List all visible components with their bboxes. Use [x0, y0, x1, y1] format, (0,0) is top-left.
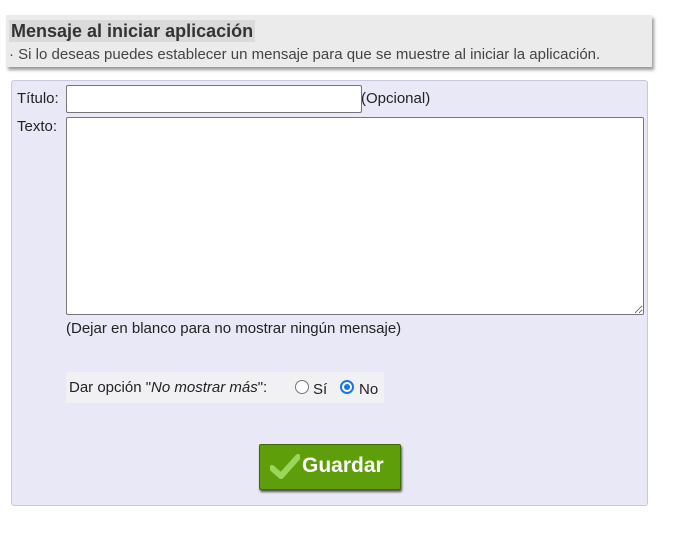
texto-textarea[interactable] — [66, 117, 644, 315]
radio-si[interactable] — [295, 380, 309, 394]
radio-no-label[interactable]: No — [359, 381, 378, 398]
section-title: Mensaje al iniciar aplicación — [9, 20, 256, 42]
section-subtitle: · Si lo deseas puedes establecer un mens… — [9, 46, 601, 63]
save-button[interactable]: Guardar — [259, 444, 401, 490]
option-suffix: ": — [257, 379, 268, 396]
option-question: Dar opción "No mostrar más": — [69, 379, 267, 396]
no-mostrar-option: Dar opción "No mostrar más": Sí No — [66, 372, 384, 403]
option-italic: No mostrar más — [151, 379, 258, 396]
radio-no[interactable] — [340, 380, 354, 394]
section-header: Mensaje al iniciar aplicación · Si lo de… — [6, 15, 652, 67]
radio-si-label[interactable]: Sí — [313, 381, 327, 398]
titulo-optional-note: (Opcional) — [361, 90, 431, 107]
titulo-input[interactable] — [66, 85, 362, 113]
titulo-label: Título: — [17, 90, 59, 107]
checkmark-icon — [270, 454, 300, 479]
message-form-panel: Título: (Opcional) Texto: (Dejar en blan… — [11, 80, 648, 506]
blank-hint: (Dejar en blanco para no mostrar ningún … — [66, 320, 402, 337]
texto-label: Texto: — [17, 118, 58, 135]
save-button-label: Guardar — [302, 454, 384, 477]
option-prefix: Dar opción " — [69, 379, 152, 396]
